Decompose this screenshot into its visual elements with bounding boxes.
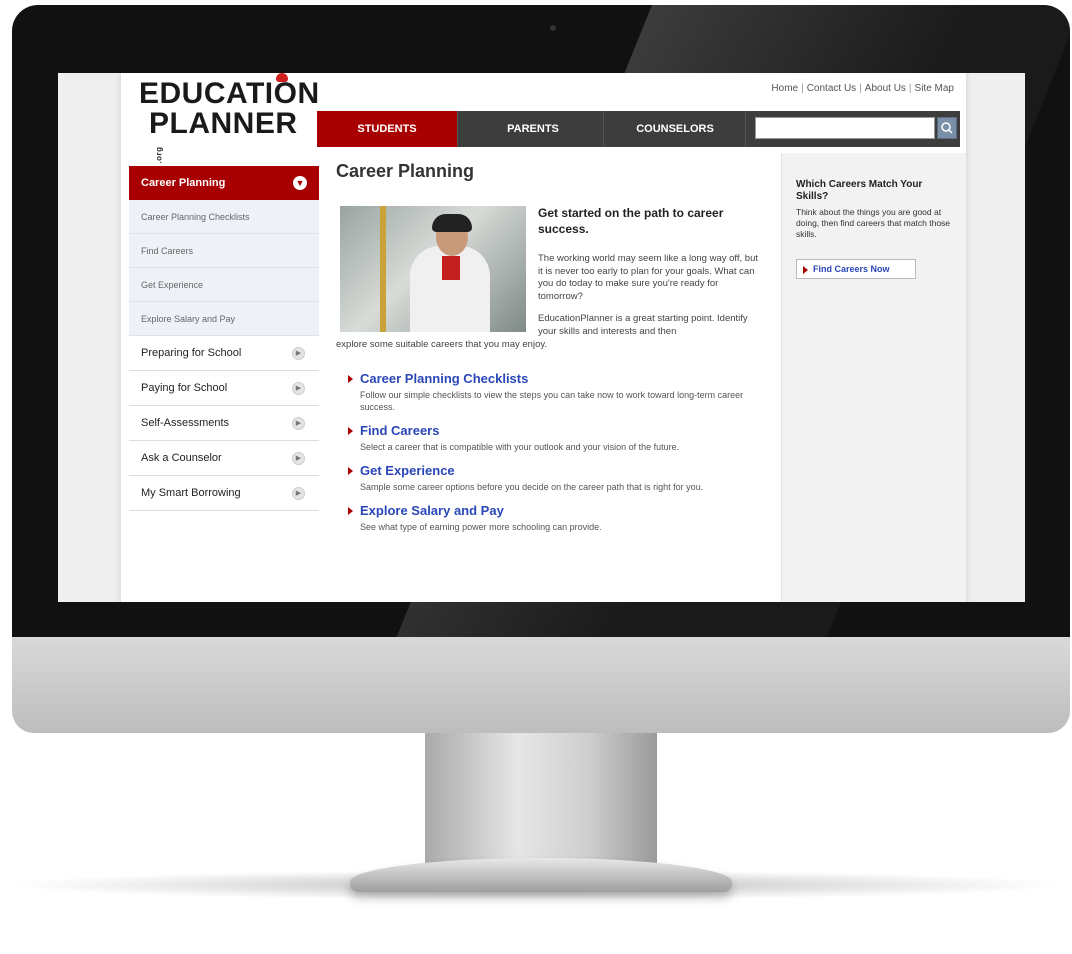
sidebar-item-label: Career Planning (141, 177, 226, 189)
intro-paragraph-2: EducationPlanner is a great starting poi… (538, 313, 748, 337)
right-panel-heading: Which Careers Match Your Skills? (796, 179, 923, 202)
intro-heading: Get started on the path to career succes… (538, 206, 724, 236)
list-item: Get Experience Sample some career option… (346, 463, 756, 493)
sidebar-item-self-assessments[interactable]: Self-Assessments ▶ (129, 406, 319, 441)
list-item: Explore Salary and Pay See what type of … (346, 503, 756, 533)
site-logo[interactable]: EDUCATION PLANNER .org (139, 73, 319, 164)
sidebar-item-label: My Smart Borrowing (141, 487, 241, 499)
link-find-careers[interactable]: Find Careers (360, 423, 756, 439)
sidebar-item-label: Preparing for School (141, 347, 242, 359)
triangle-bullet-icon (803, 266, 808, 274)
student-hair (432, 214, 472, 232)
utility-links: Home | Contact Us | About Us | Site Map (771, 83, 954, 94)
monitor-stand (425, 733, 657, 865)
separator: | (801, 83, 804, 94)
util-link-sitemap[interactable]: Site Map (915, 83, 954, 94)
sidebar-item-paying[interactable]: Paying for School ▶ (129, 371, 319, 406)
right-panel-text: Think about the things you are good at d… (796, 207, 951, 239)
web-page: EDUCATION PLANNER.org Home | Contact Us | Ab… (121, 73, 966, 602)
sidebar-item-career-planning[interactable]: Career Planning ▼ (129, 166, 319, 200)
hero-image (340, 206, 526, 332)
triangle-bullet-icon (348, 467, 353, 475)
triangle-bullet-icon (348, 507, 353, 515)
tab-counselors[interactable]: COUNSELORS (605, 111, 746, 147)
link-description: Select a career that is compatible with … (360, 442, 680, 452)
sidebar-item-ask-counselor[interactable]: Ask a Counselor ▶ (129, 441, 319, 476)
separator: | (908, 83, 912, 94)
intro-paragraph: The working world may seem like a long w… (538, 253, 759, 302)
triangle-bullet-icon (348, 375, 353, 383)
list-item: Career Planning Checklists Follow our si… (346, 371, 756, 413)
link-explore-salary[interactable]: Explore Salary and Pay (360, 503, 756, 519)
chevron-right-icon: ▶ (292, 382, 305, 395)
monitor-chin (12, 637, 1070, 733)
separator: | (859, 83, 862, 94)
top-nav: STUDENTS PARENTS COUNSELORS (317, 111, 960, 147)
link-career-planning-checklists[interactable]: Career Planning Checklists (360, 371, 756, 387)
tab-students[interactable]: STUDENTS (317, 111, 458, 147)
triangle-bullet-icon (348, 427, 353, 435)
search-icon (941, 122, 953, 134)
apple-icon (276, 73, 288, 82)
util-link-about[interactable]: About Us (865, 83, 906, 94)
sidebar-subitem-find-careers[interactable]: Find Careers (129, 234, 319, 268)
search-button[interactable] (937, 117, 957, 139)
link-description: See what type of earning power more scho… (360, 522, 602, 532)
screen: EDUCATION PLANNER.org Home | Contact Us | Ab… (58, 73, 1025, 602)
sidebar-subitem-checklists[interactable]: Career Planning Checklists (129, 200, 319, 234)
link-description: Follow our simple checklists to view the… (360, 390, 744, 412)
lab-tube (380, 206, 386, 332)
career-links: Career Planning Checklists Follow our si… (346, 371, 756, 543)
search-input[interactable] (755, 117, 935, 139)
right-panel: Which Careers Match Your Skills? Think a… (781, 153, 966, 602)
intro-paragraph-2-continued: explore some suitable careers that you m… (336, 339, 548, 350)
sidebar-subitem-get-experience[interactable]: Get Experience (129, 268, 319, 302)
list-item: Find Careers Select a career that is com… (346, 423, 756, 453)
sidebar-item-label: Self-Assessments (141, 417, 230, 429)
sidebar-item-smart-borrowing[interactable]: My Smart Borrowing ▶ (129, 476, 319, 511)
chevron-right-icon: ▶ (292, 347, 305, 360)
util-link-home[interactable]: Home (771, 83, 798, 94)
tab-parents[interactable]: PARENTS (463, 111, 604, 147)
page-title: Career Planning (336, 161, 475, 181)
sidebar: Career Planning ▼ Career Planning Checkl… (129, 166, 319, 511)
find-careers-now-button[interactable]: Find Careers Now (796, 259, 916, 279)
monitor-base (350, 858, 732, 892)
button-label: Find Careers Now (813, 264, 890, 274)
chevron-right-icon: ▶ (292, 487, 305, 500)
logo-text-planner: PLANNER (149, 107, 298, 140)
sidebar-subitem-salary[interactable]: Explore Salary and Pay (129, 302, 319, 336)
link-description: Sample some career options before you de… (360, 482, 704, 492)
logo-text-education: EDUCATION (139, 77, 320, 110)
chevron-right-icon: ▶ (292, 452, 305, 465)
chevron-down-icon: ▼ (293, 176, 307, 190)
camera-icon (550, 25, 556, 31)
link-get-experience[interactable]: Get Experience (360, 463, 756, 479)
main-content: Career Planning Get started on the path … (336, 161, 766, 532)
sidebar-item-label: Paying for School (141, 382, 228, 394)
sidebar-item-preparing[interactable]: Preparing for School ▶ (129, 336, 319, 371)
util-link-contact[interactable]: Contact Us (807, 83, 856, 94)
shirt (442, 256, 460, 280)
chevron-right-icon: ▶ (292, 417, 305, 430)
sidebar-item-label: Ask a Counselor (141, 452, 222, 464)
logo-suffix: .org (154, 146, 164, 164)
